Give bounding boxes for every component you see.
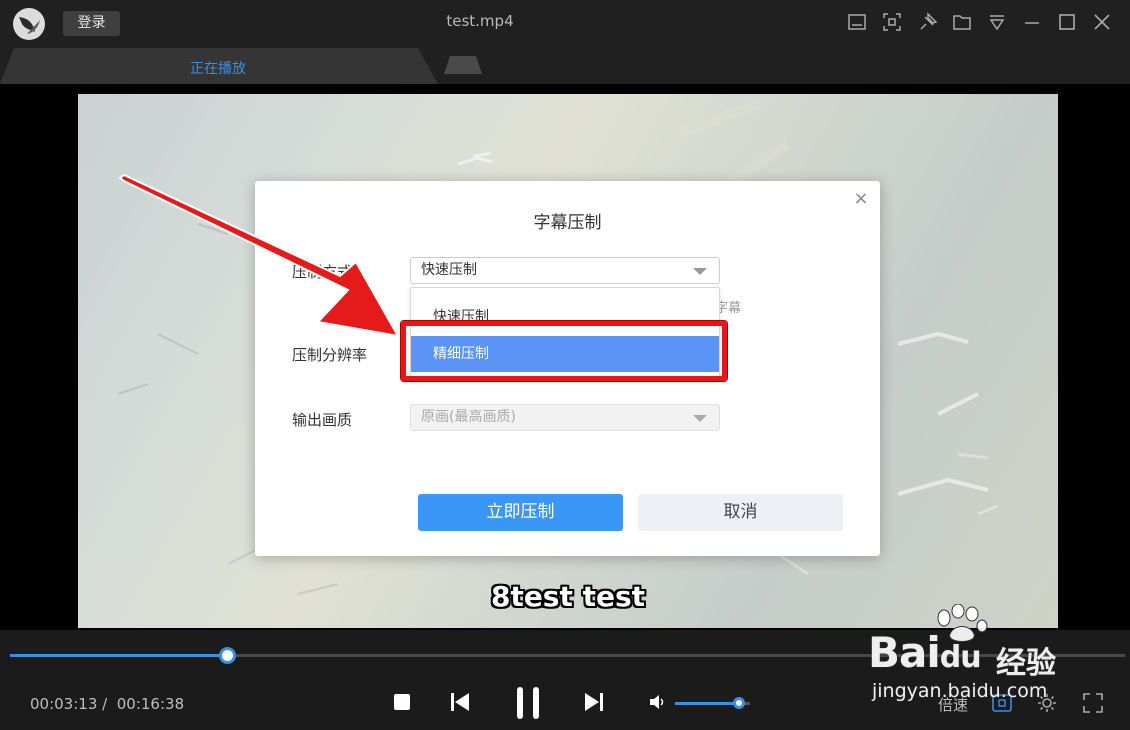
pin-icon[interactable]	[917, 11, 939, 33]
title-bar: 登录 test.mp4	[0, 0, 1130, 46]
close-icon[interactable]	[1091, 11, 1113, 33]
speed-button[interactable]: 倍速	[938, 694, 968, 715]
volume-icon[interactable]	[648, 693, 668, 715]
chevron-down-icon	[693, 268, 707, 275]
method-select[interactable]: 快速压制	[410, 257, 720, 284]
dialog-close-icon[interactable]: ×	[853, 190, 869, 208]
confirm-burn-button[interactable]: 立即压制	[418, 494, 623, 531]
progress-handle[interactable]	[218, 647, 236, 664]
video-subtitle: 8test test	[490, 580, 646, 613]
volume-fill	[675, 702, 739, 705]
progress-fill	[10, 654, 228, 657]
red-highlight-box	[401, 321, 727, 381]
subtitle-burn-dialog: × 字幕压制 压制方式 快速压制 其字幕 压制分辨率 输出画质 原画(最高画质)…	[255, 181, 880, 556]
time-display: 00:03:13 / 00:16:38	[30, 695, 184, 713]
login-button[interactable]: 登录	[63, 11, 120, 36]
quality-select: 原画(最高画质)	[410, 404, 720, 431]
tab-now-playing[interactable]: 正在播放	[0, 48, 440, 84]
next-icon[interactable]	[583, 692, 605, 716]
new-tab-button[interactable]	[442, 56, 482, 74]
tab-bar: 正在播放	[0, 46, 1130, 84]
player-controls: 00:03:13 / 00:16:38 倍速	[0, 630, 1130, 730]
tab-label: 正在播放	[190, 61, 246, 77]
fullscreen-icon[interactable]	[1082, 692, 1104, 718]
total-time: 00:16:38	[116, 695, 185, 713]
pause-icon[interactable]	[514, 686, 542, 724]
screenshot-icon[interactable]	[881, 11, 903, 33]
dialog-title: 字幕压制	[533, 213, 602, 233]
bird-logo-icon	[19, 17, 40, 34]
current-time: 00:03:13 /	[30, 695, 108, 713]
subtitle-icon[interactable]	[846, 11, 868, 33]
cancel-button[interactable]: 取消	[638, 494, 843, 531]
stop-icon[interactable]	[392, 692, 412, 716]
method-select-value: 快速压制	[421, 262, 477, 278]
previous-icon[interactable]	[449, 692, 471, 716]
settings-gear-icon[interactable]	[1036, 692, 1058, 718]
quality-select-value: 原画(最高画质)	[421, 409, 516, 425]
app-logo	[13, 8, 45, 40]
window-title: test.mp4	[446, 12, 514, 30]
quality-label: 输出画质	[292, 411, 353, 429]
chevron-down-icon	[693, 415, 707, 422]
folder-icon[interactable]	[951, 11, 973, 33]
resolution-label: 压制分辨率	[292, 346, 368, 364]
progress-bar[interactable]	[10, 647, 1125, 664]
menu-icon[interactable]	[986, 11, 1008, 33]
volume-slider[interactable]	[675, 697, 750, 709]
volume-handle[interactable]	[732, 697, 745, 709]
minimize-icon[interactable]	[1021, 11, 1043, 33]
subtitle-toggle-icon[interactable]	[991, 692, 1013, 718]
method-label: 压制方式	[292, 263, 353, 281]
maximize-icon[interactable]	[1056, 11, 1078, 33]
